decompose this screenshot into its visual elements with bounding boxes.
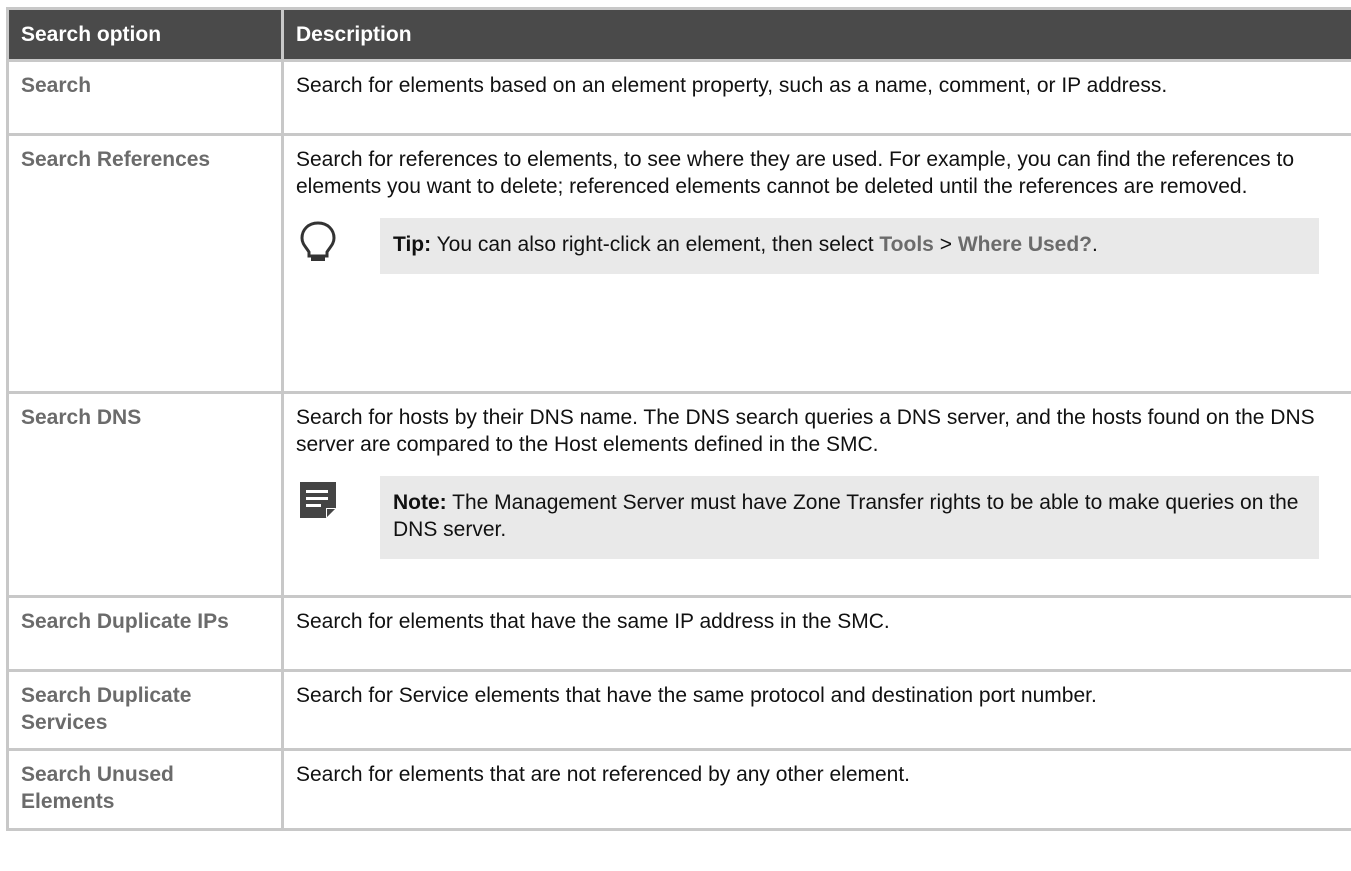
table-row: Search Duplicate Services Search for Ser…: [6, 669, 1351, 751]
menu-where-used: Where Used?: [957, 233, 1093, 256]
description-cell: Search for Service elements that have th…: [281, 669, 1351, 751]
column-header-description: Description: [281, 7, 1351, 62]
tip-text: You can also right-click an element, the…: [436, 233, 874, 256]
note-label: Note:: [393, 491, 447, 514]
description-text: Search for references to elements, to se…: [296, 148, 1295, 198]
note-text: The Management Server must have Zone Tra…: [393, 491, 1299, 541]
description-text: Search for hosts by their DNS name. The …: [296, 406, 1315, 456]
option-cell: Search: [6, 59, 284, 136]
column-header-search-option: Search option: [6, 7, 284, 62]
description-cell: Search for hosts by their DNS name. The …: [281, 391, 1351, 598]
table-row: Search References Search for references …: [6, 133, 1351, 394]
search-options-table: Search option Description Search Search …: [6, 7, 1351, 831]
description-cell: Search for elements based on an element …: [281, 59, 1351, 136]
menu-separator: >: [939, 233, 952, 256]
option-cell: Search DNS: [6, 391, 284, 598]
tip-end: .: [1092, 233, 1098, 256]
description-cell: Search for elements that are not referen…: [281, 748, 1351, 831]
table-row: Search DNS Search for hosts by their DNS…: [6, 391, 1351, 598]
option-cell: Search Duplicate Services: [6, 669, 284, 751]
note-callout: Note: The Management Server must have Zo…: [300, 476, 1319, 559]
description-cell: Search for references to elements, to se…: [281, 133, 1351, 394]
option-cell: Search Unused Elements: [6, 748, 284, 831]
table-row: Search Search for elements based on an e…: [6, 59, 1351, 136]
table-row: Search Unused Elements Search for elemen…: [6, 748, 1351, 831]
table-row: Search Duplicate IPs Search for elements…: [6, 595, 1351, 672]
table-header-row: Search option Description: [6, 7, 1351, 62]
description-cell: Search for elements that have the same I…: [281, 595, 1351, 672]
note-icon: [300, 482, 336, 518]
lightbulb-icon: [300, 221, 336, 261]
tip-label: Tip:: [393, 233, 432, 256]
option-cell: Search Duplicate IPs: [6, 595, 284, 672]
tip-callout: Tip: You can also right-click an element…: [300, 218, 1319, 274]
menu-tools: Tools: [879, 233, 934, 256]
option-cell: Search References: [6, 133, 284, 394]
